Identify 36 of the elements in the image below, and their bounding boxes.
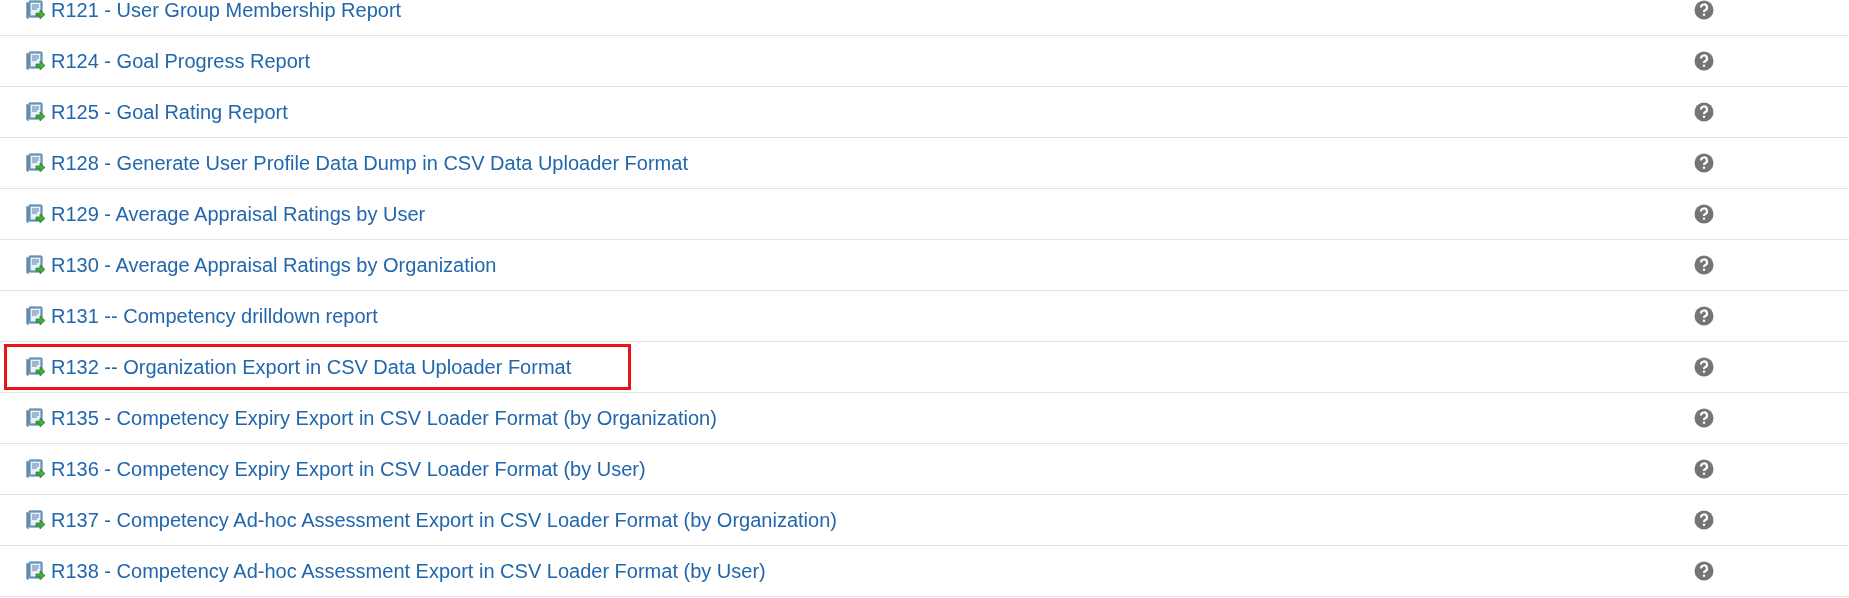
help-icon[interactable] bbox=[1694, 204, 1714, 224]
report-link[interactable]: R137 - Competency Ad-hoc Assessment Export in CSV Loader Format (by Organization) bbox=[51, 505, 837, 535]
help-icon[interactable] bbox=[1694, 51, 1714, 71]
report-icon bbox=[26, 102, 46, 122]
report-icon bbox=[26, 510, 46, 530]
report-link[interactable]: R131 -- Competency drilldown report bbox=[51, 301, 378, 331]
report-icon bbox=[26, 204, 46, 224]
report-icon bbox=[26, 408, 46, 428]
report-link[interactable]: R124 - Goal Progress Report bbox=[51, 46, 310, 76]
report-link[interactable]: R121 - User Group Membership Report bbox=[51, 0, 402, 25]
help-icon[interactable] bbox=[1694, 459, 1714, 479]
report-link[interactable]: R125 - Goal Rating Report bbox=[51, 97, 288, 127]
help-icon[interactable] bbox=[1694, 357, 1714, 377]
report-link[interactable]: R136 - Competency Expiry Export in CSV Loader Format (by User) bbox=[51, 454, 646, 484]
help-icon[interactable] bbox=[1694, 255, 1714, 275]
report-link[interactable]: R135 - Competency Expiry Export in CSV Loader Format (by Organization) bbox=[51, 403, 717, 433]
help-icon[interactable] bbox=[1694, 408, 1714, 428]
report-icon bbox=[26, 51, 46, 71]
help-icon[interactable] bbox=[1694, 102, 1714, 122]
report-link[interactable]: R138 - Competency Ad-hoc Assessment Export in CSV Loader Format (by User) bbox=[51, 556, 766, 586]
report-icon bbox=[26, 0, 46, 20]
report-icon bbox=[26, 357, 46, 377]
help-icon[interactable] bbox=[1694, 561, 1714, 581]
report-icon bbox=[26, 459, 46, 479]
report-link[interactable]: R128 - Generate User Profile Data Dump in CSV Data Uploader Format bbox=[51, 148, 688, 178]
help-icon[interactable] bbox=[1694, 510, 1714, 530]
help-icon[interactable] bbox=[1694, 0, 1714, 20]
report-icon bbox=[26, 306, 46, 326]
report-icon bbox=[26, 255, 46, 275]
report-link[interactable]: R132 -- Organization Export in CSV Data Uploader Format bbox=[51, 352, 572, 382]
report-link[interactable]: R129 - Average Appraisal Ratings by User bbox=[51, 199, 426, 229]
report-link[interactable]: R130 - Average Appraisal Ratings by Organization bbox=[51, 250, 497, 280]
help-icon[interactable] bbox=[1694, 306, 1714, 326]
help-icon[interactable] bbox=[1694, 153, 1714, 173]
report-icon bbox=[26, 561, 46, 581]
report-icon bbox=[26, 153, 46, 173]
